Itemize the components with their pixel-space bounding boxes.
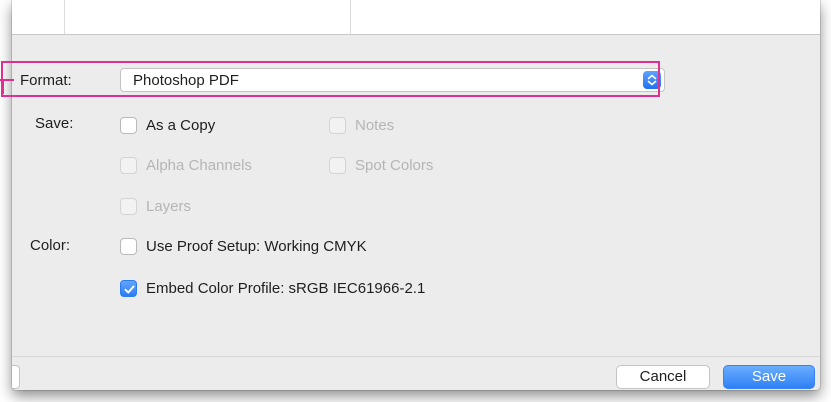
new-folder-button-partial[interactable]	[12, 365, 20, 389]
save-dialog: Format: Photoshop PDF Save: As a Copy No…	[12, 0, 820, 390]
save-button[interactable]: Save	[723, 365, 815, 389]
up-down-chevron-icon[interactable]	[643, 71, 661, 89]
column-divider	[350, 0, 351, 34]
save-label: Save:	[35, 115, 74, 132]
checkbox-notes	[329, 117, 346, 134]
option-alpha-channels: Alpha Channels	[146, 157, 252, 174]
checkbox-spot-colors	[329, 157, 346, 174]
format-selected-value: Photoshop PDF	[133, 72, 239, 89]
checkbox-layers	[120, 198, 137, 215]
checkmark-icon	[124, 285, 135, 294]
format-label: Format:	[20, 72, 72, 89]
checkbox-as-a-copy[interactable]	[120, 117, 137, 134]
option-embed-color-profile[interactable]: Embed Color Profile: sRGB IEC61966-2.1	[146, 280, 425, 297]
annotation-pointer-tick	[2, 80, 4, 94]
format-select[interactable]: Photoshop PDF	[120, 68, 665, 92]
cancel-button[interactable]: Cancel	[616, 365, 710, 389]
checkbox-embed-color-profile[interactable]	[120, 280, 137, 297]
color-label: Color:	[30, 237, 71, 254]
option-notes: Notes	[355, 117, 395, 134]
file-browser-strip	[12, 0, 820, 35]
checkbox-alpha-channels	[120, 157, 137, 174]
option-use-proof-setup[interactable]: Use Proof Setup: Working CMYK	[146, 238, 367, 255]
option-layers: Layers	[146, 198, 192, 215]
column-divider	[64, 0, 65, 34]
footer-divider	[12, 356, 820, 357]
option-as-a-copy[interactable]: As a Copy	[146, 117, 215, 134]
checkbox-use-proof-setup[interactable]	[120, 238, 137, 255]
option-spot-colors: Spot Colors	[355, 157, 434, 174]
